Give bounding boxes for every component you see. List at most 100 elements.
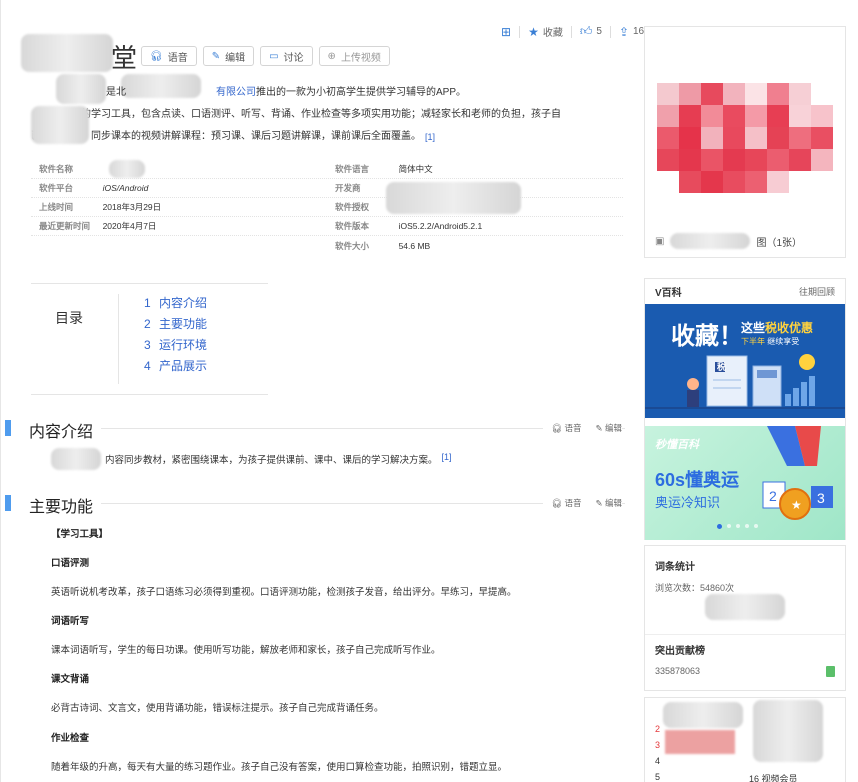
info-key: 软件版本 bbox=[335, 221, 370, 231]
contributor-id[interactable]: 335878063 bbox=[655, 666, 700, 676]
voice-button[interactable]: 🎧︎ 语音 bbox=[141, 46, 197, 66]
rank-number: 3 bbox=[655, 740, 661, 750]
like-button[interactable]: 👍︎ 5 bbox=[580, 24, 602, 39]
vbaike-panel: V百科 往期回顾 收藏！ 这些税收优惠 下半年 继续享受 税 秒懂百科 60s懂… bbox=[644, 278, 846, 540]
rank-number: 2 bbox=[655, 724, 661, 734]
feature-heading: 课文背诵 bbox=[51, 674, 90, 685]
section-voice-button[interactable]: 🎧︎ 语音 bbox=[551, 422, 581, 434]
svg-text:3: 3 bbox=[817, 490, 825, 506]
section-actions: 🎧︎ 语音 ✎ 编辑 bbox=[543, 422, 622, 434]
album-count: 图（1张） bbox=[756, 237, 803, 249]
page-title: 堂 bbox=[111, 44, 138, 73]
entry-stats-card: 词条统计 浏览次数：54860次 突出贡献榜 335878063 bbox=[644, 545, 846, 691]
toc-item[interactable]: 4 产品展示 bbox=[144, 357, 207, 378]
info-value: 2020年4月7日 bbox=[102, 221, 157, 231]
image-icon: ▣ bbox=[655, 235, 665, 247]
rank-number: 5 bbox=[655, 772, 661, 782]
album-name-redacted bbox=[670, 233, 751, 249]
toc-item[interactable]: 3 运行环境 bbox=[144, 336, 207, 357]
info-row: 软件大小 54.6 MB bbox=[31, 236, 623, 255]
vbaike-header: V百科 往期回顾 bbox=[645, 279, 845, 304]
svg-text:★: ★ bbox=[791, 498, 802, 512]
feature-text: 随着年级的升高，每天有大量的练习题作业。孩子自己没有答案，使用口算检查功能，拍照… bbox=[51, 762, 508, 773]
divider bbox=[570, 25, 572, 38]
rank-redacted bbox=[663, 702, 743, 728]
album-footer[interactable]: ▣ 图（1张） bbox=[655, 233, 802, 249]
carousel-dot[interactable] bbox=[754, 524, 758, 528]
toc-number: 1 bbox=[144, 296, 151, 310]
section-heading-intro: 内容介绍 🎧︎ 语音 ✎ 编辑 bbox=[5, 418, 625, 442]
section-voice-button[interactable]: 🎧︎ 语音 bbox=[551, 497, 581, 509]
summary-redacted bbox=[31, 106, 89, 144]
summary-text: 已完成学习；同步课本的视频讲解课程：预习课、课后习题讲解课，课前课后全面覆盖。 bbox=[31, 131, 421, 142]
section-title: 主要功能 bbox=[29, 493, 102, 517]
section-edit-button[interactable]: ✎ 编辑 bbox=[596, 497, 623, 509]
medal-podium-illustration: 2 3 ★ bbox=[762, 426, 833, 520]
reference-link[interactable]: [1] bbox=[442, 452, 452, 462]
vbaike-banner-olympics[interactable]: 秒懂百科 60s懂奥运 奥运冷知识 2 3 ★ bbox=[645, 426, 845, 540]
info-row: 最近更新时间 2020年4月7日 软件版本 iOS5.2.2/Android5.2.… bbox=[31, 217, 623, 236]
share-button[interactable]: ⇪ 16 bbox=[619, 25, 644, 39]
section-marker bbox=[5, 420, 11, 436]
intro-text: 内容同步教材，紧密围绕课本，为孩子提供课前、课中、课后的学习解决方案。 bbox=[105, 455, 438, 466]
info-key: 软件平台 bbox=[39, 183, 74, 193]
pencil-icon: ✎ bbox=[211, 50, 221, 62]
vbaike-more-link[interactable]: 往期回顾 bbox=[799, 285, 835, 298]
pencil-icon: ✎ bbox=[595, 423, 605, 433]
plus-square-icon: ⊞ bbox=[501, 24, 512, 39]
section-actions: 🎧︎ 语音 ✎ 编辑 bbox=[543, 497, 622, 509]
section-rule bbox=[29, 428, 625, 429]
toc-label: 内容介绍 bbox=[159, 296, 208, 310]
section-rule bbox=[29, 503, 625, 504]
thumbs-up-icon: 👍︎ bbox=[579, 24, 593, 38]
divider bbox=[645, 634, 845, 635]
summary-line: 提供的学习工具，包含点读、口语测评、听写、背诵、作业检查等多项实用功能；减轻家长… bbox=[31, 104, 621, 126]
add-button[interactable]: ⊞ bbox=[501, 25, 511, 39]
info-key: 上线时间 bbox=[39, 202, 74, 212]
info-key: 最近更新时间 bbox=[39, 221, 91, 231]
info-key: 软件语言 bbox=[335, 164, 370, 174]
voice-label: 语音 bbox=[167, 52, 188, 64]
summary-text: 是北 bbox=[106, 87, 126, 98]
upload-video-button[interactable]: ⊕ 上传视频 bbox=[318, 46, 390, 66]
view-count: 浏览次数：54860次 bbox=[655, 583, 735, 593]
edit-button[interactable]: ✎ 编辑 bbox=[202, 46, 255, 66]
ranking-card: 2 3 4 5 16 视频会员 bbox=[644, 697, 846, 782]
discuss-button[interactable]: ▭ 讨论 bbox=[260, 46, 313, 66]
discuss-label: 讨论 bbox=[283, 52, 304, 64]
reference-link[interactable]: [1] bbox=[425, 132, 435, 142]
carousel-dot[interactable] bbox=[745, 524, 749, 528]
intro-redacted bbox=[51, 448, 101, 470]
company-link[interactable]: 有限公司 bbox=[216, 87, 256, 98]
carousel-dot[interactable] bbox=[736, 524, 740, 528]
favorite-button[interactable]: ★ 收藏 bbox=[528, 24, 563, 40]
info-key: 软件名称 bbox=[39, 164, 74, 174]
toc-item[interactable]: 2 主要功能 bbox=[144, 315, 207, 336]
feature-text: 必背古诗词、文言文，使用背诵功能，错误标注提示。孩子自己完成背诵任务。 bbox=[51, 703, 384, 714]
edit-label: 编辑 bbox=[604, 498, 622, 508]
intro-paragraph: 内容同步教材，紧密围绕课本，为孩子提供课前、课中、课后的学习解决方案。 [1] bbox=[105, 452, 452, 466]
like-count: 5 bbox=[596, 26, 602, 37]
edit-label: 编辑 bbox=[604, 423, 622, 433]
info-redacted bbox=[386, 182, 521, 214]
upload-video-label: 上传视频 bbox=[340, 52, 381, 64]
carousel-dot[interactable] bbox=[717, 524, 722, 529]
share-count: 16 bbox=[633, 26, 645, 37]
info-value: 简体中文 bbox=[398, 164, 433, 174]
rank-redacted bbox=[753, 700, 823, 762]
carousel-dot[interactable] bbox=[727, 524, 731, 528]
section-title: 内容介绍 bbox=[29, 418, 102, 442]
baike-page: ⊞ ★ 收藏 👍︎ 5 ⇪ 16 堂 🎧︎ 语音 ✎ 编辑 ▭ 讨论 ⊕ 上传视频 是北… bbox=[0, 0, 858, 782]
section-edit-button[interactable]: ✎ 编辑 bbox=[596, 422, 623, 434]
headphones-icon: 🎧︎ bbox=[551, 423, 565, 433]
favorite-label: 收藏 bbox=[542, 28, 563, 39]
toc-label: 运行环境 bbox=[159, 338, 208, 352]
vbaike-banner-tax[interactable]: 收藏！ 这些税收优惠 下半年 继续享受 税 bbox=[645, 304, 845, 418]
tax-label: 税 bbox=[717, 362, 727, 372]
album-card[interactable]: ▣ 图（1张） bbox=[644, 26, 846, 258]
summary-line: 已完成学习；同步课本的视频讲解课程：预习课、课后习题讲解课，课前课后全面覆盖。 [… bbox=[31, 126, 621, 148]
toc-item[interactable]: 1 内容介绍 bbox=[144, 294, 207, 315]
feature-heading: 词语听写 bbox=[51, 616, 90, 627]
album-cover-image[interactable] bbox=[657, 83, 833, 193]
toc-divider bbox=[118, 294, 119, 384]
